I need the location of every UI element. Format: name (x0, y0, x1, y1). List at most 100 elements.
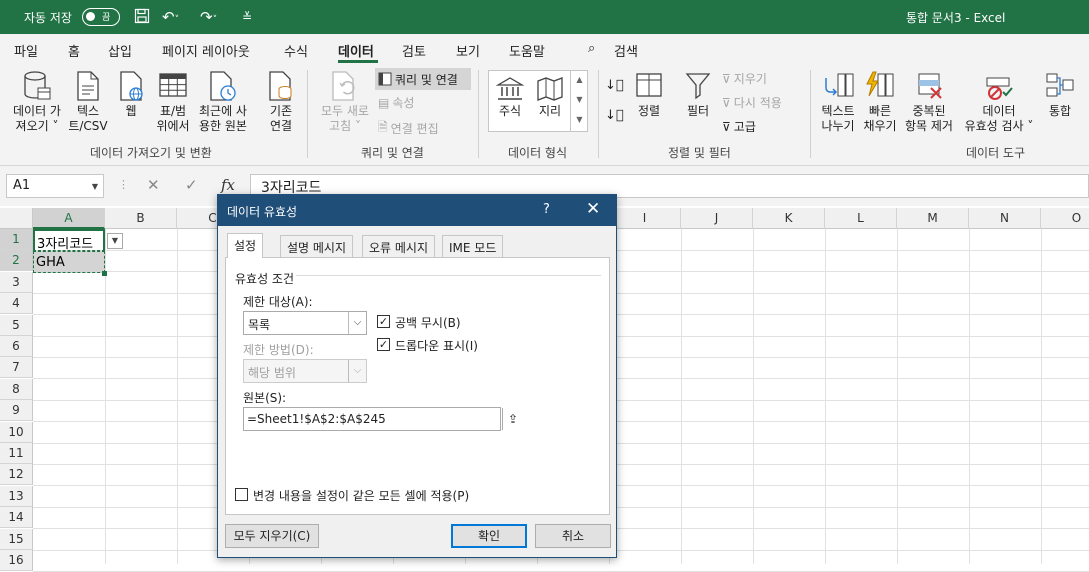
row-header[interactable]: 4 (0, 293, 33, 315)
tab-settings[interactable]: 설정 (227, 233, 264, 258)
queries-connections-button[interactable]: 쿼리 및 연결 (375, 68, 471, 90)
insert-function-icon[interactable]: fx (221, 176, 235, 194)
advanced-filter-button[interactable]: ⊽ 고급 (722, 118, 756, 135)
search-icon[interactable]: ⌕ (588, 41, 595, 56)
save-icon[interactable] (134, 8, 150, 28)
menu-help[interactable]: 도움말 (509, 41, 545, 60)
row-header[interactable]: 10 (0, 421, 33, 443)
clear-all-button[interactable]: 모두 지우기(C) (225, 524, 319, 548)
customize-qat-icon[interactable]: ≚ (242, 10, 252, 24)
gallery-scroll[interactable]: ▲ ▼ ▼ (570, 70, 588, 132)
menu-formulas[interactable]: 수식 (284, 41, 308, 60)
collapse-dialog-icon[interactable]: ⇪ (502, 408, 523, 430)
reapply-button[interactable]: ⊽ 다시 적용 (722, 94, 782, 111)
sort-desc-button[interactable]: ↓⃝ (605, 108, 624, 123)
name-box-dropdown-icon[interactable]: ▼ (92, 182, 98, 191)
cancel-button[interactable]: 취소 (535, 524, 611, 548)
ok-button[interactable]: 확인 (451, 524, 527, 548)
menu-data[interactable]: 데이터 (338, 41, 374, 60)
menu-insert[interactable]: 삽입 (108, 41, 132, 60)
column-header[interactable]: A (33, 208, 105, 229)
column-header[interactable]: J (681, 208, 753, 229)
row-header[interactable]: 14 (0, 507, 33, 529)
row-header[interactable]: 8 (0, 378, 33, 400)
geography-button[interactable]: 지리 (530, 76, 570, 119)
row-header[interactable]: 2 (0, 250, 33, 272)
row-header[interactable]: 6 (0, 336, 33, 357)
remove-duplicates-button[interactable]: 중복된 항목 제거 (900, 70, 958, 134)
refresh-all-button[interactable]: 모두 새로 고침 ˅ (314, 70, 376, 134)
row-header[interactable]: 3 (0, 271, 33, 293)
apply-all-checkbox[interactable] (235, 488, 248, 501)
column-header[interactable]: L (825, 208, 897, 229)
column-header[interactable]: O (1041, 208, 1089, 229)
row-header[interactable]: 16 (0, 550, 33, 571)
tab-ime-mode[interactable]: IME 모드 (442, 235, 504, 257)
from-table-button[interactable]: 표/범 위에서 (152, 70, 194, 134)
clear-filter-button[interactable]: ⊽ 지우기 (722, 70, 767, 87)
column-header[interactable]: M (897, 208, 969, 229)
close-icon[interactable]: ✕ (586, 199, 600, 219)
select-all-corner[interactable] (0, 208, 33, 229)
row-header[interactable]: 15 (0, 528, 33, 550)
column-gridline (1041, 229, 1042, 564)
consolidate-icon (1046, 73, 1074, 97)
name-box[interactable]: A1 ▼ (6, 174, 104, 198)
row-header[interactable]: 12 (0, 464, 33, 486)
group-separator (598, 70, 599, 158)
column-header[interactable]: K (753, 208, 825, 229)
cell-a1-value: 3자리코드 (37, 237, 94, 252)
cancel-formula-icon[interactable]: ✕ (147, 176, 160, 194)
web-button[interactable]: 웹 (114, 70, 148, 119)
consolidate-label: 통합 (1048, 104, 1072, 118)
row-header[interactable]: 13 (0, 485, 33, 507)
sort-button[interactable]: 정렬 (632, 70, 666, 119)
tab-error-alert[interactable]: 오류 메시지 (362, 235, 436, 257)
get-data-button[interactable]: 데이터 가 져오기 ˅ (8, 70, 66, 134)
source-input[interactable]: =Sheet1!$A$2:$A$245 ⇪ (243, 407, 523, 431)
cell-a1[interactable]: 3자리코드 (33, 229, 105, 252)
confirm-formula-icon[interactable]: ✓ (185, 176, 198, 194)
existing-connections-button[interactable]: 기존 연결 (260, 70, 302, 134)
remove-duplicates-label-1: 중복된 (912, 104, 946, 118)
row-header[interactable]: 5 (0, 314, 33, 336)
menu-file[interactable]: 파일 (14, 41, 38, 60)
validation-dropdown-arrow[interactable]: ▼ (107, 233, 123, 249)
sort-asc-button[interactable]: ↓⃝ (605, 78, 624, 93)
menu-search[interactable]: 검색 (614, 41, 638, 60)
cell-a2[interactable]: GHA (33, 251, 105, 273)
data-validation-button[interactable]: 데이터 유효성 검사 ˅ (958, 70, 1040, 134)
stocks-button[interactable]: 주식 (490, 76, 530, 119)
undo-icon[interactable]: ↶˅ (162, 8, 179, 26)
tab-input-message[interactable]: 설명 메시지 (280, 235, 354, 257)
column-header[interactable]: B (105, 208, 177, 229)
menu-home[interactable]: 홈 (68, 41, 80, 60)
row-header[interactable]: 11 (0, 443, 33, 464)
data-operator-select[interactable]: 해당 범위 ⌵ (243, 359, 367, 383)
properties-button[interactable]: ▤ 속성 (378, 94, 414, 111)
row-header[interactable]: 1 (0, 229, 33, 250)
column-header[interactable]: N (969, 208, 1041, 229)
ignore-blank-checkbox[interactable]: ✓ (377, 315, 390, 328)
row-header[interactable]: 9 (0, 400, 33, 422)
autosave-toggle[interactable]: 끔 (82, 8, 120, 26)
redo-icon[interactable]: ↷˅ (200, 8, 217, 26)
fill-handle[interactable] (102, 271, 107, 276)
consolidate-button[interactable]: 통합 (1042, 70, 1078, 119)
text-csv-button[interactable]: 텍스 트/CSV (66, 70, 110, 134)
text-to-columns-button[interactable]: 텍스트 나누기 (816, 70, 860, 134)
menu-view[interactable]: 보기 (456, 41, 480, 60)
edit-links-button[interactable]: 🗎 연결 편집 (378, 118, 439, 139)
help-icon[interactable]: ? (543, 202, 550, 217)
document-title: 통합 문서3 - Excel (906, 11, 1006, 25)
row-header[interactable]: 7 (0, 357, 33, 379)
menu-review[interactable]: 검토 (402, 41, 426, 60)
filter-button[interactable]: 필터 (680, 70, 716, 119)
column-header[interactable]: I (609, 208, 681, 229)
flash-fill-button[interactable]: 빠른 채우기 (860, 70, 900, 134)
allow-select[interactable]: 목록 ⌵ (243, 311, 367, 335)
menu-page-layout[interactable]: 페이지 레이아웃 (162, 41, 250, 60)
in-cell-dropdown-checkbox[interactable]: ✓ (377, 338, 390, 351)
recent-sources-button[interactable]: 최근에 사 용한 원본 (194, 70, 252, 134)
group-queries-label: 쿼리 및 연결 (361, 146, 424, 160)
